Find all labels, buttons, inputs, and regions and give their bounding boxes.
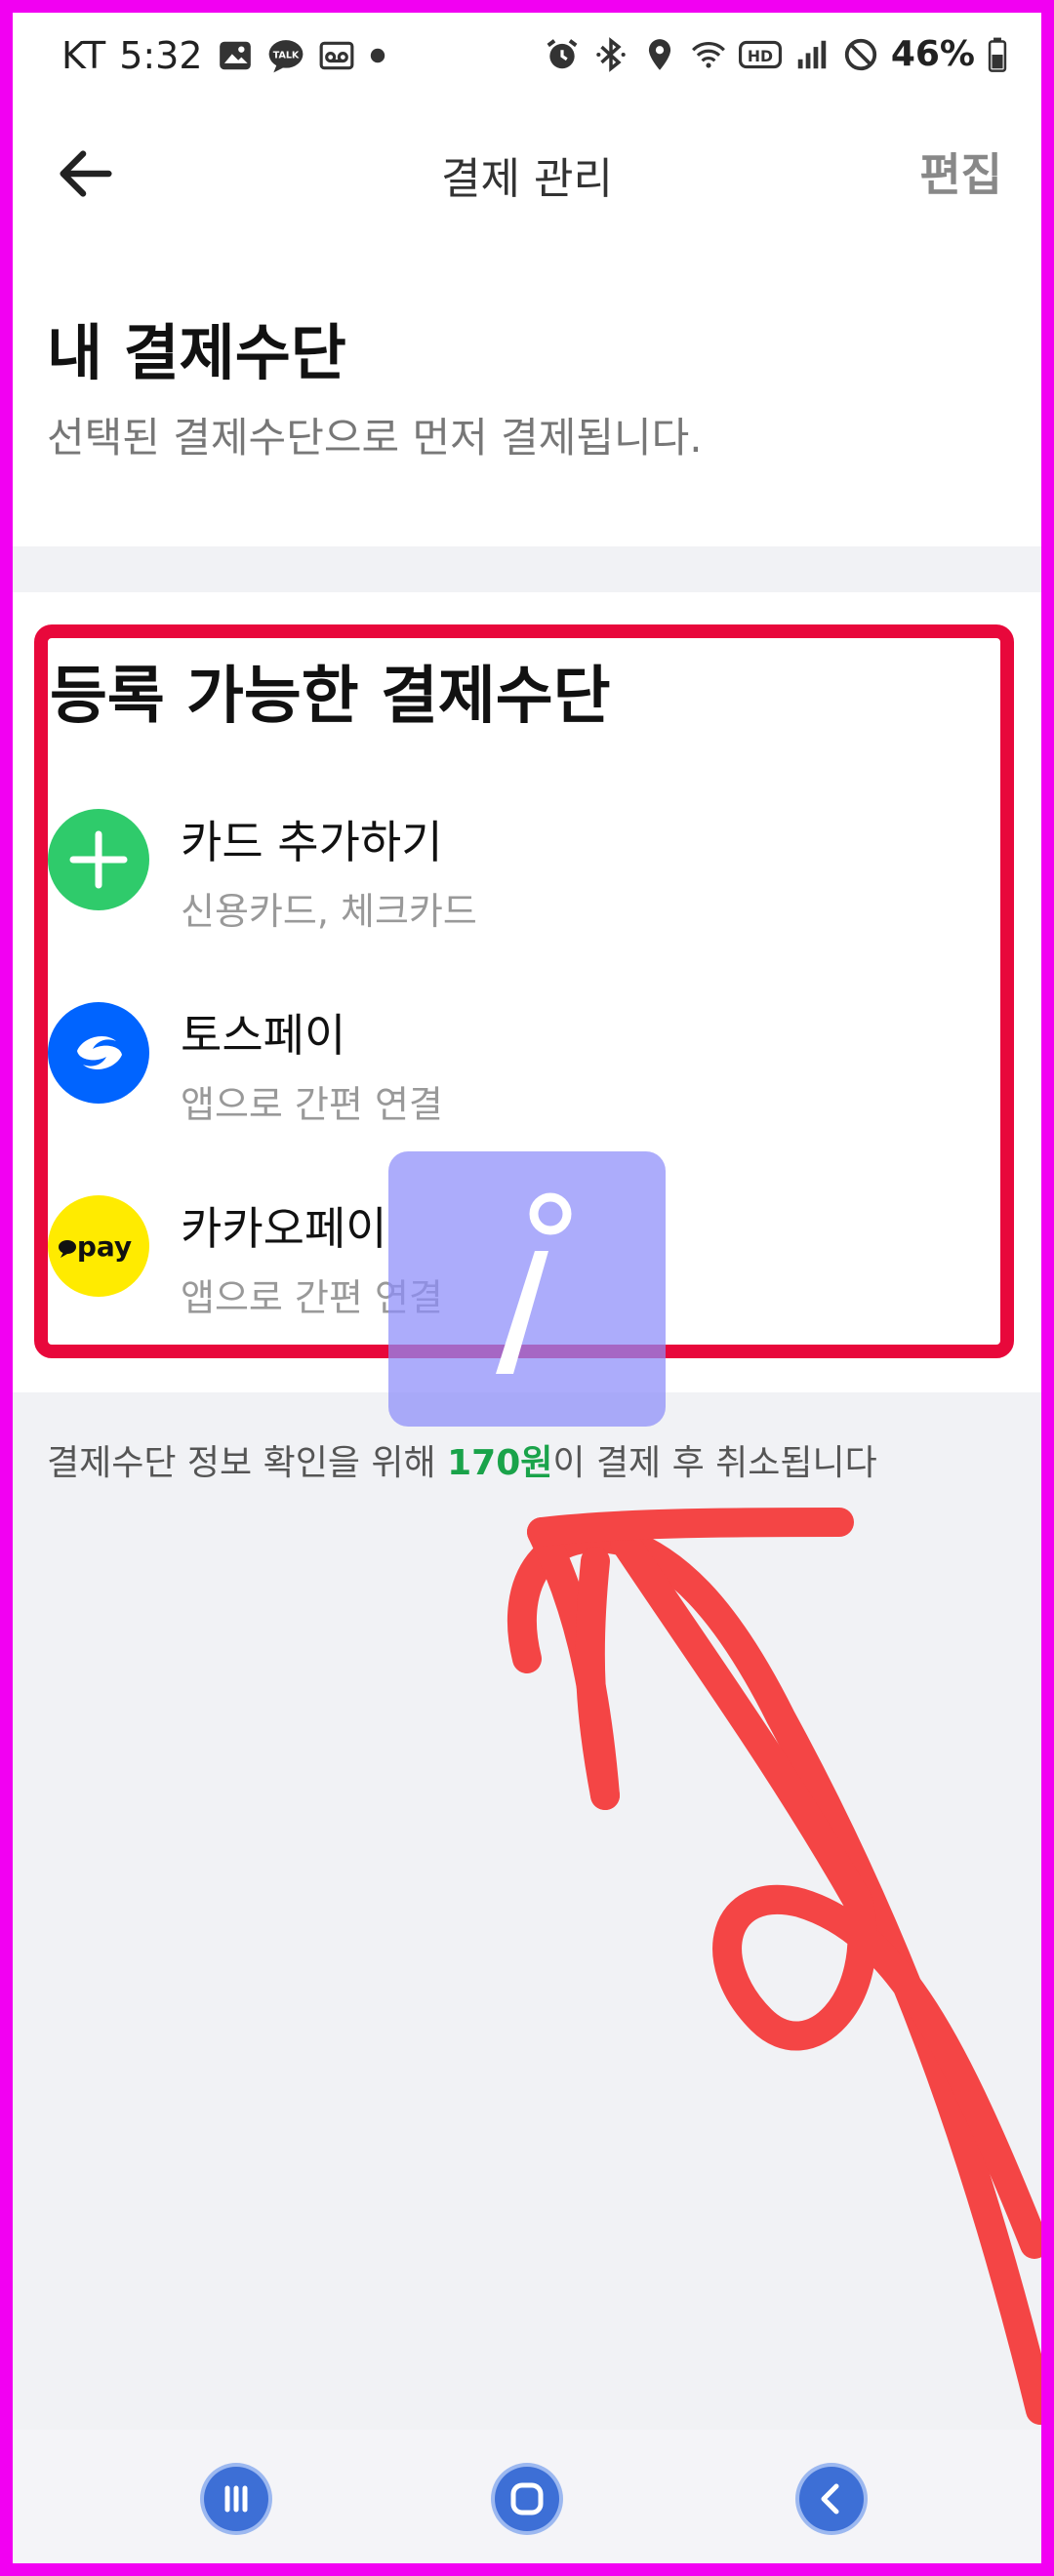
my-payment-title: 내 결제수단 <box>47 317 346 388</box>
dot-icon <box>370 48 385 63</box>
my-payment-subtitle: 선택된 결제수단으로 먼저 결제됩니다. <box>47 414 703 462</box>
info-overlay[interactable] <box>388 1151 666 1427</box>
clock: 5:32 <box>119 34 203 77</box>
edit-button[interactable]: 편집 <box>919 140 1002 204</box>
status-bar: KT 5:32 TALK HD 46% <box>13 13 1041 101</box>
notice-amount: 170원 <box>447 1443 553 1483</box>
home-icon[interactable] <box>495 2467 559 2531</box>
notice-text-before: 결제수단 정보 확인을 위해 <box>47 1443 448 1483</box>
voicemail-icon <box>319 41 353 70</box>
battery-level: 46% <box>890 34 975 74</box>
wifi-icon <box>691 41 725 68</box>
verification-notice: 결제수단 정보 확인을 위해 170원이 결제 후 취소됩니다 <box>47 1434 877 1485</box>
svg-text:TALK: TALK <box>272 50 299 60</box>
notice-text-after: 이 결제 후 취소됩니다 <box>552 1443 877 1483</box>
alarm-icon <box>547 38 578 68</box>
talk-icon: TALK <box>268 40 303 73</box>
back-icon[interactable] <box>799 2467 864 2531</box>
gallery-icon <box>219 41 251 70</box>
bluetooth-icon <box>596 36 626 72</box>
info-icon <box>496 1192 572 1374</box>
svg-text:HD: HD <box>748 47 773 65</box>
location-icon <box>648 38 670 70</box>
signal-icon <box>797 40 827 68</box>
system-nav-bar <box>13 2430 1041 2563</box>
app-header: 결제 관리 편집 <box>13 101 1041 247</box>
page-title: 결제 관리 <box>441 154 613 204</box>
recent-apps-icon[interactable] <box>204 2467 268 2531</box>
hd-icon: HD <box>738 40 782 68</box>
my-payment-section: 내 결제수단 선택된 결제수단으로 먼저 결제됩니다. <box>13 247 1041 546</box>
dnd-icon <box>844 38 876 70</box>
carrier: KT <box>61 34 106 77</box>
battery-icon <box>988 37 1007 72</box>
